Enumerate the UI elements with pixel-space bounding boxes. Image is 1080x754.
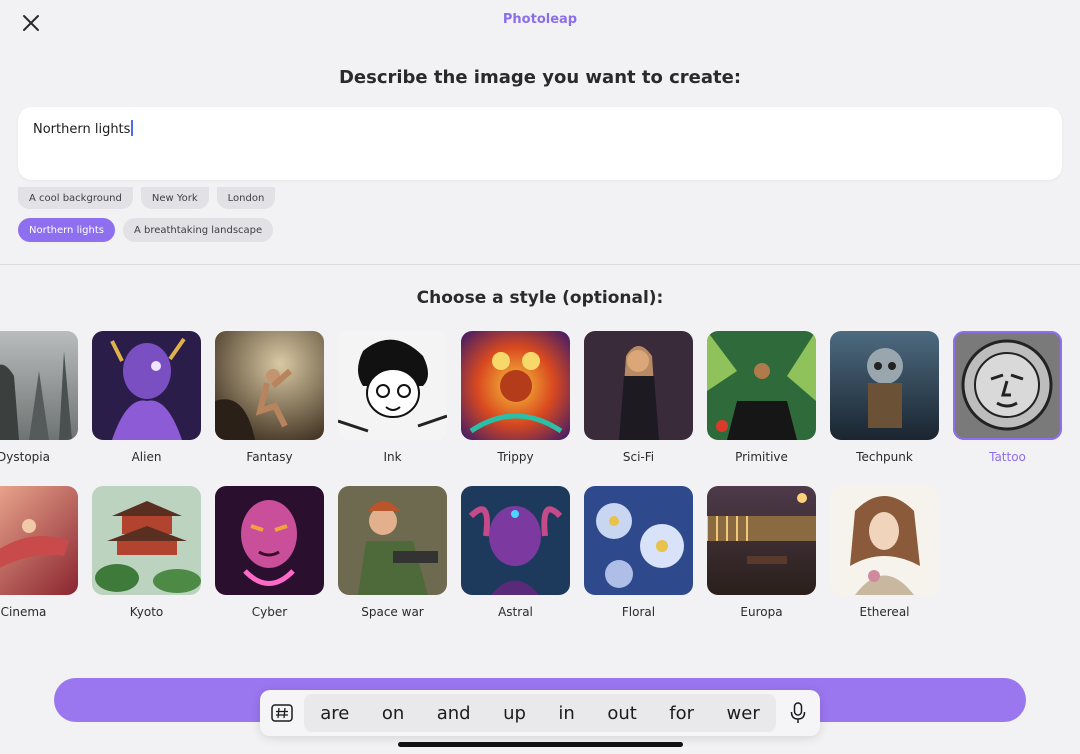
- dictation-button[interactable]: [776, 690, 820, 736]
- style-tile-kyoto[interactable]: Kyoto: [92, 486, 201, 619]
- hashtag-icon: [271, 704, 293, 722]
- style-heading: Choose a style (optional):: [416, 288, 664, 308]
- word-suggestion[interactable]: wer: [727, 703, 760, 724]
- word-suggestion[interactable]: up: [503, 703, 526, 724]
- style-label: Space war: [361, 605, 424, 619]
- style-label: Cyber: [251, 605, 288, 619]
- suggestion-chip[interactable]: A breathtaking landscape: [122, 218, 274, 242]
- word-suggestion[interactable]: on: [382, 703, 404, 724]
- suggestion-chip[interactable]: New York: [140, 187, 209, 209]
- word-suggestion[interactable]: out: [607, 703, 636, 724]
- style-label: Kyoto: [129, 605, 164, 619]
- suggestion-chips-row-2: Northern lights A breathtaking landscape: [18, 218, 274, 242]
- style-thumbnail: [584, 331, 693, 440]
- style-label: Cinema: [0, 605, 47, 619]
- text-caret: [131, 120, 134, 136]
- section-divider: [0, 264, 1080, 265]
- style-thumbnail: [461, 486, 570, 595]
- style-tile-primitive[interactable]: Primitive: [707, 331, 816, 464]
- prompt-heading: Describe the image you want to create:: [338, 67, 742, 88]
- style-thumbnail: [707, 486, 816, 595]
- style-label: Sci-Fi: [622, 450, 655, 464]
- style-tile-floral[interactable]: Floral: [584, 486, 693, 619]
- style-thumbnail: [0, 331, 78, 440]
- prompt-input-value: Northern lights: [33, 122, 131, 137]
- style-label: Europa: [740, 605, 783, 619]
- app-title: Photoleap: [502, 12, 578, 27]
- style-tile-astral[interactable]: Astral: [461, 486, 570, 619]
- hashtag-keyboard-button[interactable]: [260, 690, 304, 736]
- style-tile-sci-fi[interactable]: Sci-Fi: [584, 331, 693, 464]
- keyboard-suggestion-bar: are on and up in out for wer: [260, 690, 820, 736]
- style-tile-europa[interactable]: Europa: [707, 486, 816, 619]
- word-suggestion[interactable]: and: [437, 703, 471, 724]
- style-label: Alien: [131, 450, 162, 464]
- suggestion-chips-row-1: A cool background New York London: [18, 187, 276, 209]
- style-label: Primitive: [735, 450, 788, 464]
- style-label: Floral: [621, 605, 656, 619]
- style-thumbnail: [215, 486, 324, 595]
- style-label: Ethereal: [859, 605, 910, 619]
- style-thumbnail: [830, 486, 939, 595]
- style-tile-dystopia[interactable]: Dystopia: [0, 331, 78, 464]
- style-label: Techpunk: [856, 450, 913, 464]
- style-thumbnail: [0, 486, 78, 595]
- style-tile-tattoo[interactable]: Tattoo: [953, 331, 1062, 464]
- style-thumbnail: [338, 331, 447, 440]
- style-tile-cyber[interactable]: Cyber: [215, 486, 324, 619]
- style-thumbnail: [461, 331, 570, 440]
- style-tile-cinema[interactable]: Cinema: [0, 486, 78, 619]
- prompt-input[interactable]: Northern lights: [18, 107, 1062, 180]
- style-label: Ink: [383, 450, 402, 464]
- style-tile-techpunk[interactable]: Techpunk: [830, 331, 939, 464]
- style-tile-ink[interactable]: Ink: [338, 331, 447, 464]
- suggestion-chip-active[interactable]: Northern lights: [18, 218, 115, 242]
- style-thumbnail: [215, 331, 324, 440]
- style-tile-alien[interactable]: Alien: [92, 331, 201, 464]
- style-thumbnail: [92, 486, 201, 595]
- microphone-icon: [790, 702, 806, 723]
- style-tile-trippy[interactable]: Trippy: [461, 331, 570, 464]
- style-tile-ethereal[interactable]: Ethereal: [830, 486, 939, 619]
- word-suggestion[interactable]: are: [320, 703, 349, 724]
- style-thumbnail: [584, 486, 693, 595]
- style-tile-space-war[interactable]: Space war: [338, 486, 447, 619]
- word-suggestions: are on and up in out for wer: [304, 694, 776, 732]
- style-label: Astral: [498, 605, 533, 619]
- suggestion-chip[interactable]: A cool background: [18, 187, 133, 209]
- style-thumbnail: [338, 486, 447, 595]
- style-tile-fantasy[interactable]: Fantasy: [215, 331, 324, 464]
- style-label: Dystopia: [0, 450, 50, 464]
- style-label: Tattoo: [989, 450, 1026, 464]
- word-suggestion[interactable]: in: [558, 703, 574, 724]
- style-thumbnail: [830, 331, 939, 440]
- style-label: Fantasy: [246, 450, 293, 464]
- word-suggestion[interactable]: for: [669, 703, 694, 724]
- home-indicator: [398, 742, 683, 747]
- style-thumbnail: [92, 331, 201, 440]
- style-label: Trippy: [497, 450, 534, 464]
- app-screen: Photoleap Describe the image you want to…: [0, 0, 1080, 754]
- suggestion-chip[interactable]: London: [216, 187, 276, 209]
- style-thumbnail: [953, 331, 1062, 440]
- style-thumbnail: [707, 331, 816, 440]
